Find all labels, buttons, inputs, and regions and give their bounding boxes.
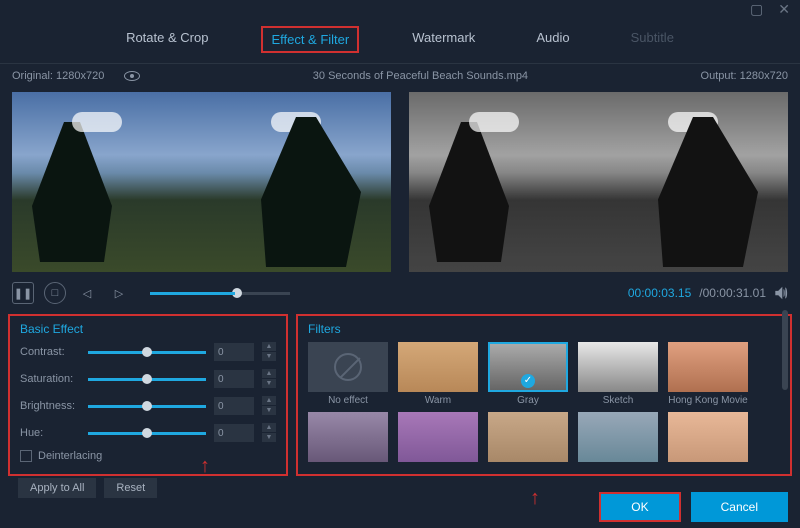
tab-watermark[interactable]: Watermark bbox=[404, 26, 483, 53]
stop-button[interactable]: □ bbox=[44, 282, 66, 304]
brightness-up[interactable]: ▲ bbox=[262, 396, 276, 405]
maximize-icon[interactable]: ▢ bbox=[750, 1, 763, 18]
saturation-up[interactable]: ▲ bbox=[262, 369, 276, 378]
contrast-down[interactable]: ▼ bbox=[262, 352, 276, 361]
filter-hongkong[interactable] bbox=[668, 342, 748, 392]
reset-button[interactable]: Reset bbox=[104, 478, 157, 498]
hue-slider[interactable] bbox=[88, 432, 206, 435]
filter-hongkong-label: Hong Kong Movie bbox=[668, 395, 748, 406]
filter-row2-2[interactable] bbox=[398, 412, 478, 462]
filter-sketch[interactable] bbox=[578, 342, 658, 392]
hue-down[interactable]: ▼ bbox=[262, 433, 276, 442]
noeffect-icon bbox=[334, 353, 362, 381]
original-dimensions: Original: 1280x720 bbox=[12, 70, 104, 82]
saturation-value[interactable]: 0 bbox=[214, 370, 254, 388]
contrast-value[interactable]: 0 bbox=[214, 343, 254, 361]
tab-audio[interactable]: Audio bbox=[528, 26, 577, 53]
preview-original bbox=[12, 92, 391, 272]
tab-bar: Rotate & Crop Effect & Filter Watermark … bbox=[0, 18, 800, 64]
deinterlacing-label: Deinterlacing bbox=[38, 450, 102, 462]
filename: 30 Seconds of Peaceful Beach Sounds.mp4 bbox=[313, 70, 528, 82]
filter-noeffect[interactable] bbox=[308, 342, 388, 392]
filter-row2-3[interactable] bbox=[488, 412, 568, 462]
hue-up[interactable]: ▲ bbox=[262, 423, 276, 432]
filter-gray[interactable]: ✓ bbox=[488, 342, 568, 392]
output-dimensions: Output: 1280x720 bbox=[701, 70, 788, 82]
hue-label: Hue: bbox=[20, 427, 80, 439]
close-icon[interactable]: ✕ bbox=[778, 1, 790, 18]
time-current: 00:00:03.15 bbox=[628, 286, 691, 300]
filters-scrollbar[interactable] bbox=[782, 310, 788, 390]
filter-sketch-label: Sketch bbox=[578, 395, 658, 406]
saturation-label: Saturation: bbox=[20, 373, 80, 385]
preview-output bbox=[409, 92, 788, 272]
time-total: /00:00:31.01 bbox=[699, 286, 766, 300]
brightness-label: Brightness: bbox=[20, 400, 80, 412]
filters-panel: Filters No effect Warm ✓ Gray Sketch Hon… bbox=[296, 314, 792, 476]
tab-subtitle[interactable]: Subtitle bbox=[623, 26, 682, 53]
filter-row2-1[interactable] bbox=[308, 412, 388, 462]
contrast-label: Contrast: bbox=[20, 346, 80, 358]
saturation-down[interactable]: ▼ bbox=[262, 379, 276, 388]
filter-warm[interactable] bbox=[398, 342, 478, 392]
contrast-up[interactable]: ▲ bbox=[262, 342, 276, 351]
volume-icon[interactable] bbox=[774, 286, 788, 300]
brightness-down[interactable]: ▼ bbox=[262, 406, 276, 415]
filter-gray-label: Gray bbox=[488, 395, 568, 406]
tab-rotate-crop[interactable]: Rotate & Crop bbox=[118, 26, 216, 53]
annotation-arrow-1: ↑ bbox=[200, 455, 210, 478]
tab-effect-filter[interactable]: Effect & Filter bbox=[261, 26, 359, 53]
eye-icon[interactable] bbox=[124, 71, 140, 81]
prev-frame-button[interactable]: ◁ bbox=[76, 282, 98, 304]
hue-value[interactable]: 0 bbox=[214, 424, 254, 442]
pause-button[interactable]: ❚❚ bbox=[12, 282, 34, 304]
ok-button[interactable]: OK bbox=[599, 492, 680, 522]
filter-noeffect-label: No effect bbox=[308, 395, 388, 406]
brightness-slider[interactable] bbox=[88, 405, 206, 408]
check-icon: ✓ bbox=[521, 374, 535, 388]
filter-row2-5[interactable] bbox=[668, 412, 748, 462]
contrast-slider[interactable] bbox=[88, 351, 206, 354]
next-frame-button[interactable]: ▷ bbox=[108, 282, 130, 304]
saturation-slider[interactable] bbox=[88, 378, 206, 381]
brightness-value[interactable]: 0 bbox=[214, 397, 254, 415]
filter-warm-label: Warm bbox=[398, 395, 478, 406]
playback-progress[interactable] bbox=[150, 292, 290, 295]
annotation-arrow-2: ↑ bbox=[530, 487, 540, 510]
deinterlacing-checkbox[interactable] bbox=[20, 450, 32, 462]
basic-effect-title: Basic Effect bbox=[20, 322, 276, 336]
basic-effect-panel: Basic Effect Contrast: 0 ▲▼ Saturation: … bbox=[8, 314, 288, 476]
cancel-button[interactable]: Cancel bbox=[691, 492, 788, 522]
apply-to-all-button[interactable]: Apply to All bbox=[18, 478, 96, 498]
filter-row2-4[interactable] bbox=[578, 412, 658, 462]
filters-title: Filters bbox=[308, 322, 780, 336]
